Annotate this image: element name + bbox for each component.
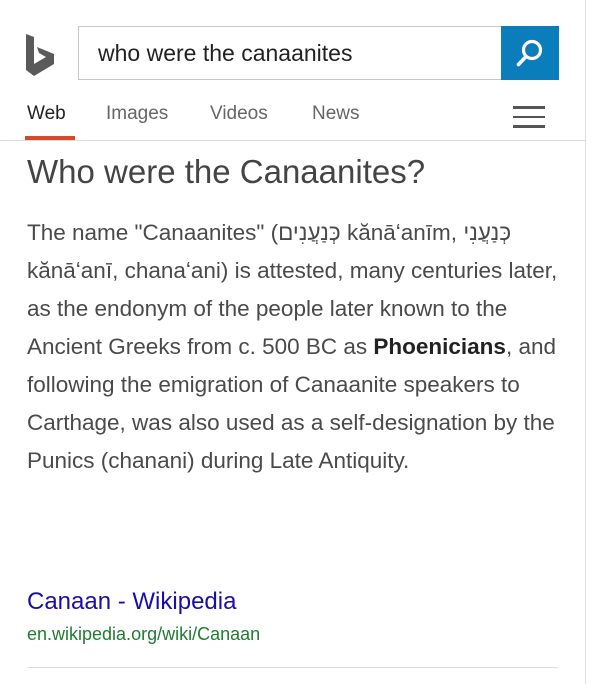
search-input[interactable]: who were the canaanites	[78, 26, 501, 80]
search-icon	[516, 39, 543, 67]
active-tab-indicator	[25, 136, 75, 140]
bing-logo[interactable]	[24, 33, 64, 77]
tab-videos[interactable]: Videos	[210, 103, 268, 125]
tab-news[interactable]: News	[312, 103, 360, 125]
tab-images[interactable]: Images	[106, 103, 168, 125]
answer-title: Who were the Canaanites?	[27, 153, 426, 190]
search-query-text: who were the canaanites	[98, 39, 353, 66]
page-frame: who were the canaanites Web Images Video…	[0, 0, 586, 684]
hamburger-menu-icon[interactable]	[513, 106, 545, 128]
answer-text-bold: Phoenicians	[373, 334, 506, 359]
answer-text: The name "Canaanites" (כְּנַעֲנִים kănāʻ…	[27, 214, 567, 480]
source-url[interactable]: en.wikipedia.org/wiki/Canaan	[27, 622, 260, 646]
divider	[27, 667, 558, 668]
source-link[interactable]: Canaan - Wikipedia	[27, 585, 236, 619]
search-button[interactable]	[501, 26, 559, 80]
tab-web[interactable]: Web	[27, 103, 66, 125]
search-tabs: Web Images Videos News	[0, 96, 585, 141]
